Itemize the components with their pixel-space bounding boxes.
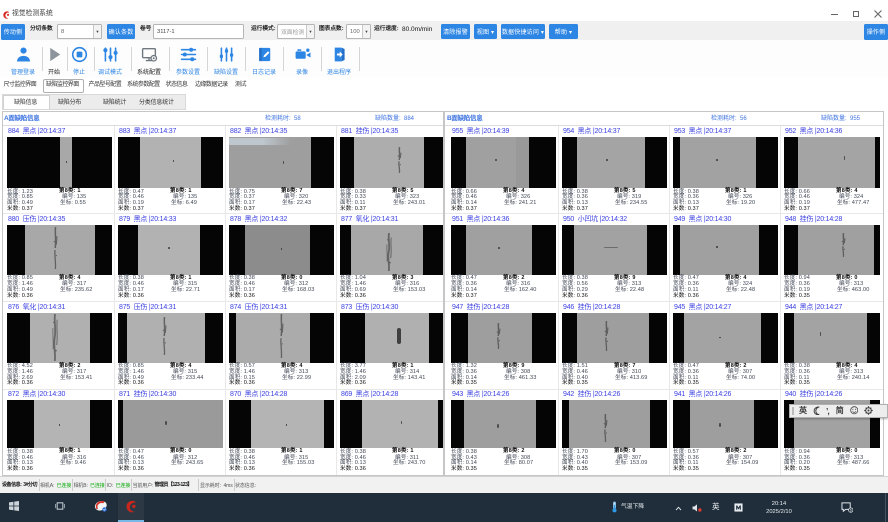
svg-text:6: 6 — [850, 508, 852, 512]
